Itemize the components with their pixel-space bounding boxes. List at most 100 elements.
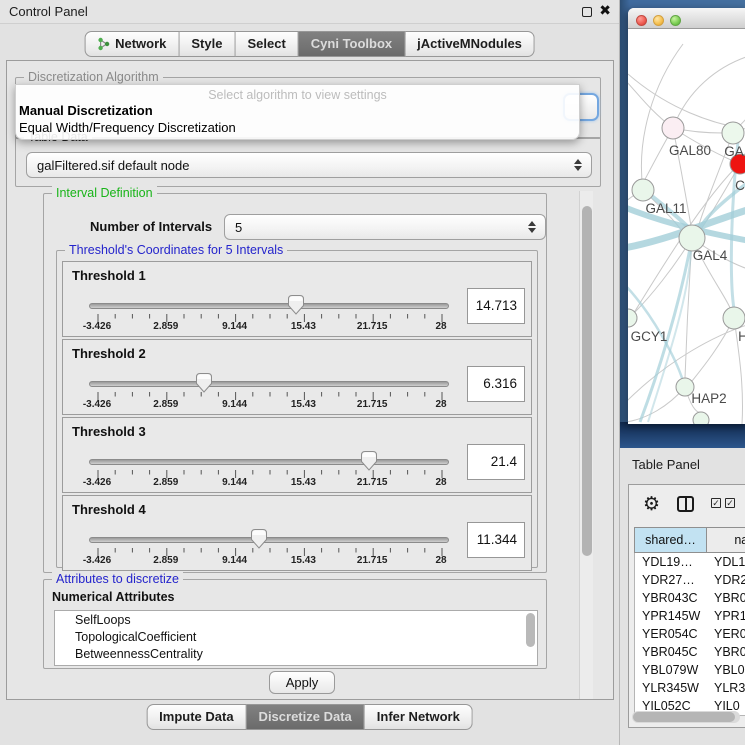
top-tab-bar: NetworkStyleSelectCyni ToolboxjActiveMNo… xyxy=(84,31,535,57)
slider-tick-label: 21.715 xyxy=(342,477,402,488)
cell-name[interactable]: YBL0 xyxy=(707,661,745,679)
cell-shared-name[interactable]: YPR145W xyxy=(635,607,707,625)
cell-name[interactable]: YER0 xyxy=(707,625,745,643)
tab-impute-data[interactable]: Impute Data xyxy=(146,704,246,730)
checkbox-icon[interactable]: ✓ xyxy=(711,498,721,508)
cell-shared-name[interactable]: YDL19… xyxy=(635,553,707,571)
threshold-slider-track[interactable] xyxy=(89,537,449,543)
network-node-unlabeled-pink[interactable] xyxy=(662,117,684,139)
tab-infer-network[interactable]: Infer Network xyxy=(365,704,473,730)
cell-name[interactable]: YBR0 xyxy=(707,589,745,607)
network-canvas[interactable]: GAL80GACGAL11GAL4GCY1HHAP2 xyxy=(628,29,745,424)
slider-tick-label: 28 xyxy=(411,321,471,332)
threshold-slider-thumb[interactable] xyxy=(361,451,377,471)
minimize-traffic-light-icon[interactable] xyxy=(653,15,664,26)
attributes-scrollbar[interactable] xyxy=(526,613,535,647)
zoom-traffic-light-icon[interactable] xyxy=(670,15,681,26)
table-row[interactable]: YDR27…YDR2 xyxy=(635,571,745,589)
table-row[interactable]: YBR045CYBR0 xyxy=(635,643,745,661)
table-data-select[interactable]: galFiltered.sif default node xyxy=(26,152,592,178)
attribute-item-betweennesscentrality[interactable]: BetweennessCentrality xyxy=(55,645,537,662)
tab-jactivemnodules[interactable]: jActiveMNodules xyxy=(405,31,535,57)
right-column: GAL80GACGAL11GAL4GCY1HHAP2 Table Panel ⚙… xyxy=(620,0,745,745)
slider-tick-label: 21.715 xyxy=(342,321,402,332)
network-node-gal80-neighbor[interactable] xyxy=(722,122,744,144)
table-row[interactable]: YPR145WYPR1 xyxy=(635,607,745,625)
cell-name[interactable]: YBR0 xyxy=(707,643,745,661)
slider-tick-label: 28 xyxy=(411,555,471,566)
network-node-h[interactable] xyxy=(723,307,745,329)
close-traffic-light-icon[interactable] xyxy=(636,15,647,26)
apply-button[interactable]: Apply xyxy=(269,671,335,694)
cell-name[interactable]: YDR2 xyxy=(707,571,745,589)
panel-scrollbar-track[interactable] xyxy=(579,191,593,699)
network-view-window[interactable]: GAL80GACGAL11GAL4GCY1HHAP2 xyxy=(628,8,745,424)
slider-tick-label: 2.859 xyxy=(136,555,196,566)
table-hscrollbar-thumb[interactable] xyxy=(633,712,735,722)
column-header-shared-name[interactable]: shared… xyxy=(635,528,707,552)
network-node-gal11[interactable] xyxy=(632,179,654,201)
slider-tick-label: -3.426 xyxy=(67,321,127,332)
network-window-shadow-strip xyxy=(620,422,745,448)
threshold-slider-thumb[interactable] xyxy=(251,529,267,549)
table-row[interactable]: YDL19…YDL1 xyxy=(635,553,745,571)
slider-tick-label: 9.144 xyxy=(205,555,265,566)
threshold-value-field[interactable]: 6.316 xyxy=(467,366,525,402)
table-row[interactable]: YER054CYER0 xyxy=(635,625,745,643)
attribute-item-selfloops[interactable]: SelfLoops xyxy=(55,611,537,628)
panel-scrollbar-thumb[interactable] xyxy=(582,206,592,556)
slider-tick-label: -3.426 xyxy=(67,555,127,566)
threshold-slider-track[interactable] xyxy=(89,381,449,387)
threshold-value-field[interactable]: 21.4 xyxy=(467,444,525,480)
algorithm-option-manual-discretization[interactable]: Manual Discretization xyxy=(16,102,579,119)
column-layout-icon[interactable] xyxy=(677,496,694,512)
network-node-label: HAP2 xyxy=(691,391,726,406)
cell-name[interactable]: YPR1 xyxy=(707,607,745,625)
cell-name[interactable]: YDL1 xyxy=(707,553,745,571)
gear-icon[interactable]: ⚙ xyxy=(643,493,660,516)
network-window-titlebar[interactable] xyxy=(628,8,745,29)
table-row[interactable]: YLR345WYLR3 xyxy=(635,679,745,697)
threshold-slider-thumb[interactable] xyxy=(288,295,304,315)
threshold-value-field[interactable]: 11.344 xyxy=(467,522,525,558)
attribute-item-topologicalcoefficient[interactable]: TopologicalCoefficient xyxy=(55,628,537,645)
cell-shared-name[interactable]: YLR345W xyxy=(635,679,707,697)
algorithm-option-equal-width-frequency-discretization[interactable]: Equal Width/Frequency Discretization xyxy=(16,119,579,136)
cell-shared-name[interactable]: YER054C xyxy=(635,625,707,643)
column-header-name[interactable]: name xyxy=(707,528,745,552)
cell-name[interactable]: YLR3 xyxy=(707,679,745,697)
checkbox-icon[interactable]: ✓ xyxy=(725,498,735,508)
threshold-value-field[interactable]: 14.713 xyxy=(467,288,525,324)
tab-discretize-data[interactable]: Discretize Data xyxy=(247,704,365,730)
slider-tick-label: 15.43 xyxy=(273,555,333,566)
network-node-bottom[interactable] xyxy=(693,412,709,424)
tab-style[interactable]: Style xyxy=(179,31,235,57)
network-node-label: H xyxy=(738,329,745,344)
threshold-panel-3: Threshold 3-3.4262.8599.14415.4321.71528… xyxy=(62,417,532,493)
close-icon[interactable]: ✖ xyxy=(599,2,611,19)
discretization-algorithm-group-title: Discretization Algorithm xyxy=(24,70,163,84)
network-icon xyxy=(97,37,110,51)
cell-shared-name[interactable]: YDR27… xyxy=(635,571,707,589)
cell-shared-name[interactable]: YBR045C xyxy=(635,643,707,661)
interval-definition-group: Interval Definition Number of Intervals … xyxy=(43,193,547,573)
network-node-label: GAL4 xyxy=(693,248,728,263)
tab-cyni-toolbox[interactable]: Cyni Toolbox xyxy=(299,31,405,57)
threshold-slider-track[interactable] xyxy=(89,303,449,309)
tab-network[interactable]: Network xyxy=(84,31,179,57)
cell-shared-name[interactable]: YBR043C xyxy=(635,589,707,607)
algorithm-dropdown-hint: Select algorithm to view settings xyxy=(16,85,579,102)
control-panel-titlebar: Control Panel ✖ xyxy=(0,0,619,24)
tab-select[interactable]: Select xyxy=(235,31,298,57)
float-window-icon[interactable] xyxy=(582,7,592,17)
table-row[interactable]: YBL079WYBL0 xyxy=(635,661,745,679)
table-row[interactable]: YBR043CYBR0 xyxy=(635,589,745,607)
number-of-intervals-select[interactable]: 5 xyxy=(224,214,546,240)
thresholds-group: Threshold's Coordinates for 5 Intervals … xyxy=(56,250,538,568)
threshold-slider-track[interactable] xyxy=(89,459,449,465)
table-hscrollbar-track[interactable] xyxy=(632,711,740,723)
cell-shared-name[interactable]: YBL079W xyxy=(635,661,707,679)
slider-tick-label: 28 xyxy=(411,477,471,488)
slider-tick-label: 21.715 xyxy=(342,399,402,410)
threshold-slider-thumb[interactable] xyxy=(196,373,212,393)
